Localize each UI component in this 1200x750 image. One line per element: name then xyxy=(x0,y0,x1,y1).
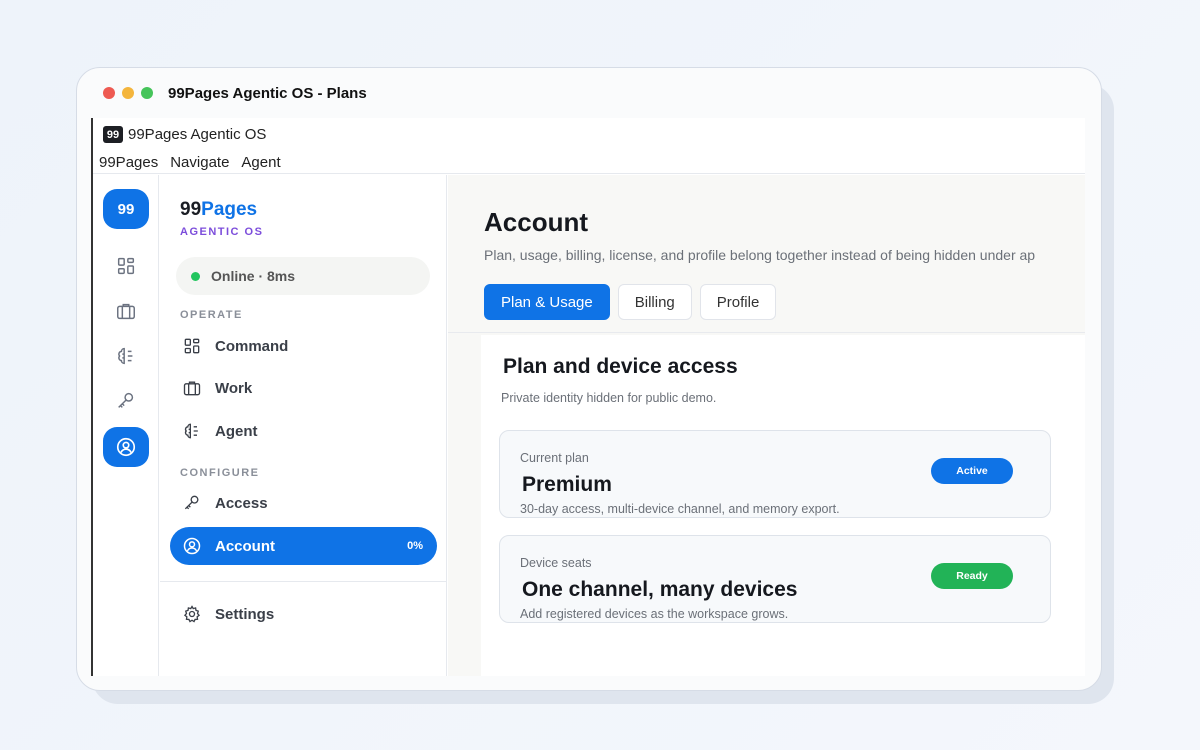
app-frame: 99 99Pages Agentic OS 99Pages Navigate A… xyxy=(91,118,1085,676)
app-logo: 99 xyxy=(103,126,123,143)
key-icon xyxy=(184,495,199,510)
brand-name: 99Pages xyxy=(180,199,263,221)
operate-section-label: OPERATE xyxy=(180,309,243,321)
close-window-button[interactable] xyxy=(103,87,115,99)
sidebar-item-label: Command xyxy=(215,337,289,355)
rail-command-button[interactable] xyxy=(103,246,149,286)
card-note: 30-day access, multi-device channel, and… xyxy=(520,502,840,516)
page-description: Plan, usage, billing, license, and profi… xyxy=(484,247,1036,263)
gear-icon xyxy=(183,605,201,623)
key-icon xyxy=(118,392,134,408)
sidebar-item-label: Agent xyxy=(215,422,258,440)
briefcase-icon xyxy=(183,381,201,396)
user-circle-icon xyxy=(183,537,201,555)
status-pill: Online · 8ms xyxy=(176,257,430,295)
card-note: Add registered devices as the workspace … xyxy=(520,607,789,621)
card-label: Device seats xyxy=(520,556,592,570)
current-plan-card: Current plan Premium 30-day access, mult… xyxy=(499,430,1051,518)
brain-icon xyxy=(184,423,198,439)
brand: 99Pages AGENTIC OS xyxy=(180,199,263,238)
grid-icon xyxy=(117,257,135,275)
sidebar-item-access[interactable]: Access xyxy=(170,484,437,522)
tab-bar: Plan & Usage Billing Profile xyxy=(484,284,777,320)
page-title: Account xyxy=(484,207,588,237)
sidebar-item-account[interactable]: Account 0% xyxy=(170,527,437,565)
page-header: Account Plan, usage, billing, license, a… xyxy=(448,175,1085,333)
card-label: Current plan xyxy=(520,451,589,465)
icon-rail: 99 xyxy=(93,175,159,676)
menu-bar: 99Pages Navigate Agent xyxy=(99,154,281,171)
sidebar-item-label: Access xyxy=(215,494,268,512)
device-seats-card: Device seats One channel, many devices A… xyxy=(499,535,1051,623)
sidebar-item-settings[interactable]: Settings xyxy=(170,595,437,633)
app-name: 99Pages Agentic OS xyxy=(128,126,267,143)
app-window: 99Pages Agentic OS - Plans 99 99Pages Ag… xyxy=(76,67,1102,691)
card-value: One channel, many devices xyxy=(522,578,798,601)
rail-access-button[interactable] xyxy=(103,381,149,421)
tab-profile[interactable]: Profile xyxy=(699,284,777,320)
grid-icon xyxy=(184,338,200,354)
brand-prefix: 99 xyxy=(180,199,202,220)
content-panel: Plan and device access Private identity … xyxy=(481,335,1085,676)
section-title: Plan and device access xyxy=(503,355,738,378)
rail-account-button[interactable] xyxy=(103,427,149,467)
title-bar: 99Pages Agentic OS - Plans xyxy=(77,68,1101,118)
menu-99pages[interactable]: 99Pages xyxy=(99,154,158,171)
configure-section-label: CONFIGURE xyxy=(180,467,260,479)
status-text: Online · 8ms xyxy=(211,268,296,284)
app-header: 99 99Pages Agentic OS 99Pages Navigate A… xyxy=(93,118,1085,174)
sidebar-item-label: Account xyxy=(215,537,275,555)
briefcase-icon xyxy=(117,303,135,320)
rail-work-button[interactable] xyxy=(103,291,149,331)
main-area: Account Plan, usage, billing, license, a… xyxy=(448,175,1085,676)
section-description: Private identity hidden for public demo. xyxy=(501,391,717,405)
brand-subtitle: AGENTIC OS xyxy=(180,226,264,238)
menu-agent[interactable]: Agent xyxy=(241,154,280,171)
tab-billing[interactable]: Billing xyxy=(617,284,692,320)
rail-agent-button[interactable] xyxy=(103,336,149,376)
rail-home-button[interactable]: 99 xyxy=(103,189,149,229)
sidebar-item-work[interactable]: Work xyxy=(170,369,437,407)
brand-accent: Pages xyxy=(201,199,258,220)
sidebar-item-agent[interactable]: Agent xyxy=(170,412,437,450)
status-badge: Ready xyxy=(931,563,1013,589)
online-status-dot xyxy=(191,271,200,281)
maximize-window-button[interactable] xyxy=(141,87,153,99)
window-title: 99Pages Agentic OS - Plans xyxy=(168,84,367,102)
sidebar-item-command[interactable]: Command xyxy=(170,327,437,365)
sidebar: 99Pages AGENTIC OS Online · 8ms OPERATE … xyxy=(160,175,447,676)
app-logo-row: 99 99Pages Agentic OS xyxy=(103,126,266,143)
sidebar-item-label: Settings xyxy=(215,605,275,623)
account-count-badge: 0% xyxy=(407,540,423,552)
brain-icon xyxy=(118,347,133,365)
sidebar-divider xyxy=(160,581,446,582)
tab-plan-usage[interactable]: Plan & Usage xyxy=(484,284,610,320)
menu-navigate[interactable]: Navigate xyxy=(170,154,229,171)
user-circle-icon xyxy=(116,437,136,457)
sidebar-item-label: Work xyxy=(215,379,253,397)
card-value: Premium xyxy=(522,473,612,496)
minimize-window-button[interactable] xyxy=(122,87,134,99)
status-badge: Active xyxy=(931,458,1013,484)
